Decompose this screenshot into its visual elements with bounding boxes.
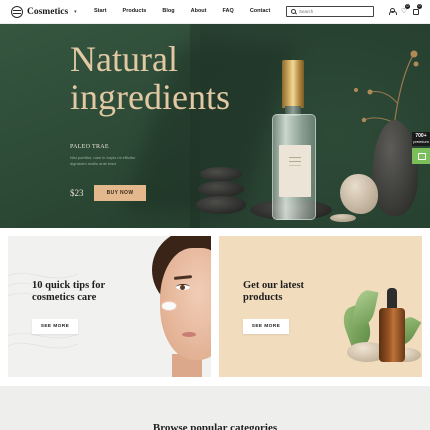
face	[160, 248, 211, 360]
bottle-cap	[282, 60, 304, 108]
side-badge[interactable]: 700+ premium	[412, 132, 430, 146]
model-face-image	[148, 236, 211, 377]
nav-item-contact[interactable]: Contact	[250, 8, 270, 14]
nav-item-products[interactable]: Products	[123, 8, 147, 14]
amber-dropper-bottle	[379, 288, 405, 362]
bottle-label	[279, 145, 311, 197]
line-pattern-decoration	[8, 272, 78, 349]
cart-count-badge: 0	[417, 4, 422, 9]
serum-products-image	[338, 256, 422, 377]
stacked-stone	[196, 196, 246, 214]
hero-description: Nisi porttitor, nam in turpis mi efficit…	[70, 155, 136, 166]
user-icon[interactable]	[389, 8, 397, 15]
eye	[176, 284, 190, 290]
beige-stone	[340, 174, 378, 214]
see-more-button[interactable]: SEE MORE	[32, 319, 78, 334]
nav-item-start[interactable]: Start	[94, 8, 107, 14]
leaf	[351, 288, 379, 328]
popular-categories-section: Browse popular categories	[0, 386, 430, 430]
hero-banner: Natural ingredients PALEO TRAE Nisi port…	[0, 24, 430, 228]
hero-subtitle: PALEO TRAE	[70, 144, 109, 150]
bottle-body	[272, 114, 316, 220]
lips	[182, 332, 196, 337]
eyebrow	[173, 275, 193, 280]
nav-item-blog[interactable]: Blog	[162, 8, 174, 14]
promo-card-products[interactable]: Get our latest products SEE MORE	[219, 236, 422, 377]
site-header: Cosmetics ▾ Start Products Blog About FA…	[0, 0, 430, 24]
logo-mark-icon	[11, 6, 23, 18]
see-more-button[interactable]: SEE MORE	[243, 319, 289, 334]
search-box[interactable]	[286, 6, 374, 17]
cart-icon[interactable]	[412, 148, 430, 164]
perfume-bottle-image	[272, 60, 318, 222]
nav-item-about[interactable]: About	[191, 8, 207, 14]
chevron-down-icon[interactable]: ▾	[74, 9, 77, 15]
logo[interactable]: Cosmetics ▾	[11, 6, 77, 18]
promo-card-tips[interactable]: 10 quick tips for cosmetics care SEE MOR…	[8, 236, 211, 377]
side-badge-label: premium	[413, 139, 429, 144]
hero-price: $23	[70, 188, 84, 198]
promo-title: Get our latest products	[243, 280, 305, 303]
nav-item-faq[interactable]: FAQ	[223, 8, 234, 14]
stacked-stone	[198, 181, 244, 197]
promo-title: 10 quick tips for cosmetics care	[32, 280, 106, 303]
pebble	[330, 214, 356, 222]
search-input[interactable]	[299, 9, 369, 14]
section-title: Browse popular categories	[152, 422, 278, 430]
stacked-stone	[200, 167, 242, 181]
amber-bottle-body	[379, 308, 405, 362]
buy-now-button[interactable]: BUY NOW	[94, 185, 146, 201]
heart-icon[interactable]: ♡	[401, 8, 407, 15]
cream-dab	[162, 302, 176, 310]
main-nav: Start Products Blog About FAQ Contact	[94, 8, 286, 14]
bag-icon[interactable]	[413, 9, 419, 15]
hero-title: Natural ingredients	[70, 39, 230, 117]
dropper-cap	[387, 288, 397, 310]
search-icon[interactable]	[291, 9, 296, 14]
logo-text: Cosmetics	[27, 7, 69, 17]
wishlist-count-badge: 0	[405, 4, 410, 9]
